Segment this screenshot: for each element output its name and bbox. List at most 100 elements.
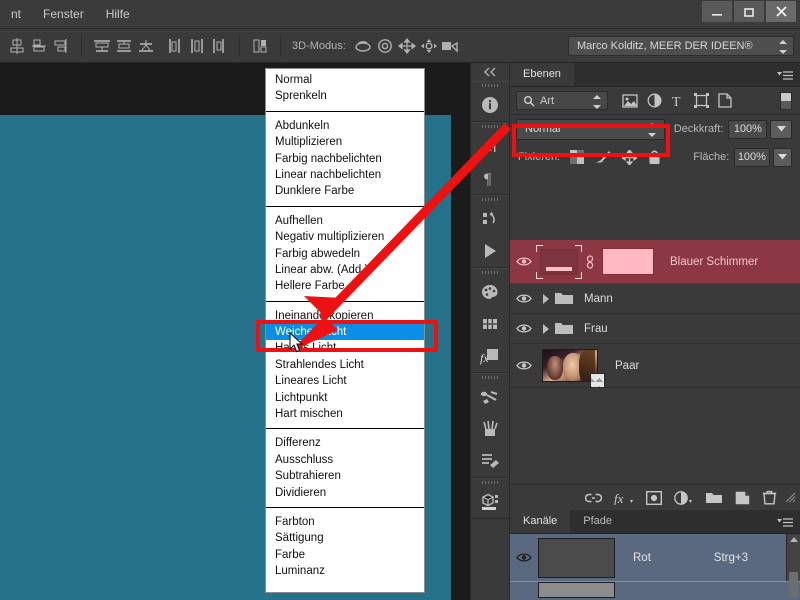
tool-presets-icon[interactable] xyxy=(471,445,509,477)
menu-option-negativ-multiplizieren[interactable]: Negativ multiplizieren xyxy=(266,229,424,245)
table-row[interactable]: Mann xyxy=(510,284,800,314)
menu-option-ausschluss[interactable]: Ausschluss xyxy=(266,452,424,468)
color-icon[interactable] xyxy=(471,276,509,308)
channel-visibility-toggle[interactable] xyxy=(510,552,538,563)
menu-option-lichtpunkt[interactable]: Lichtpunkt xyxy=(266,390,424,406)
pixel-filter-icon[interactable] xyxy=(622,93,638,108)
menu-option-linear-abwedeln-add[interactable]: Linear abw. (Add.) xyxy=(266,262,424,278)
paragraph-icon[interactable]: ¶ xyxy=(471,162,509,194)
delete-layer-icon[interactable] xyxy=(762,490,777,505)
minimize-button[interactable] xyxy=(702,1,732,22)
menu-option-farbton[interactable]: Farbton xyxy=(266,514,424,530)
slide-3d-icon[interactable] xyxy=(418,35,440,57)
dock-grip-5[interactable] xyxy=(471,374,509,381)
shape-filter-icon[interactable] xyxy=(694,93,709,108)
adjustment-layer-icon[interactable] xyxy=(674,490,693,505)
close-button[interactable] xyxy=(766,1,796,22)
menu-option-ineinanderkopieren[interactable]: Ineinanderkopieren xyxy=(266,308,424,324)
table-row[interactable]: Frau xyxy=(510,314,800,344)
dock-grip-4[interactable] xyxy=(471,269,509,276)
lock-position-icon[interactable] xyxy=(622,149,638,165)
opacity-dropdown-button[interactable] xyxy=(770,119,792,139)
align-bottom-edges-icon[interactable] xyxy=(28,35,50,57)
distribute-left-edges-icon[interactable] xyxy=(164,35,186,57)
layer-visibility-toggle[interactable] xyxy=(510,323,538,334)
brush-presets-icon[interactable] xyxy=(471,381,509,413)
list-item[interactable]: Rot Strg+3 xyxy=(510,534,800,598)
info-icon[interactable] xyxy=(471,89,509,121)
menu-option-linear-nachbelichten[interactable]: Linear nachbelichten xyxy=(266,167,424,183)
align-vertical-center-icon[interactable] xyxy=(6,35,28,57)
filter-kind-select[interactable]: Art xyxy=(516,91,608,110)
add-mask-icon[interactable] xyxy=(646,490,662,505)
type-filter-icon[interactable]: T xyxy=(671,93,685,108)
fill-dropdown-button[interactable] xyxy=(772,147,792,167)
scrollbar-thumb[interactable] xyxy=(789,572,798,598)
panel-menu-icon[interactable] xyxy=(777,69,793,87)
brushes-icon[interactable] xyxy=(471,413,509,445)
dock-grip-3[interactable] xyxy=(471,196,509,203)
menu-option-normal[interactable]: Normal xyxy=(266,72,424,88)
table-row[interactable]: Paar xyxy=(510,344,800,388)
channels-scrollbar[interactable] xyxy=(786,534,800,598)
layer-thumbnail[interactable] xyxy=(536,244,582,279)
layer-comps-icon[interactable] xyxy=(471,203,509,235)
collapse-panels-icon[interactable] xyxy=(471,63,509,81)
blend-mode-select[interactable]: Normal xyxy=(516,118,665,140)
layer-style-fx-icon[interactable]: fx xyxy=(614,491,634,505)
layer-visibility-toggle[interactable] xyxy=(510,293,538,304)
new-layer-icon[interactable] xyxy=(735,491,750,505)
menu-option-saettigung[interactable]: Sättigung xyxy=(266,530,424,546)
chevron-updown-icon-3[interactable] xyxy=(648,122,657,137)
menu-option-dividieren[interactable]: Dividieren xyxy=(266,485,424,501)
auto-align-layers-icon[interactable] xyxy=(249,35,271,57)
smartobject-filter-icon[interactable] xyxy=(718,93,732,108)
distribute-bottom-edges-icon[interactable] xyxy=(135,35,157,57)
distribute-right-edges-icon[interactable] xyxy=(208,35,230,57)
fill-value[interactable]: 100% xyxy=(734,147,770,167)
menu-item-hilfe[interactable]: Hilfe xyxy=(95,0,141,29)
maximize-button[interactable] xyxy=(734,1,764,22)
layer-visibility-toggle[interactable] xyxy=(510,360,538,371)
menu-option-hart-mischen[interactable]: Hart mischen xyxy=(266,406,424,422)
panel-resize-grip[interactable] xyxy=(785,492,796,503)
chevron-updown-icon-2[interactable] xyxy=(592,95,601,109)
timeline-icon[interactable] xyxy=(471,235,509,267)
tab-pfade[interactable]: Pfade xyxy=(570,510,626,533)
distribute-top-edges-icon[interactable] xyxy=(91,35,113,57)
panel-menu-icon-2[interactable] xyxy=(777,516,793,534)
layer-thumbnail[interactable] xyxy=(542,349,605,388)
menu-option-aufhellen[interactable]: Aufhellen xyxy=(266,213,424,229)
tool-preset-select[interactable]: Marco Kolditz, MEER DER IDEEN® xyxy=(568,36,794,56)
menu-item-fenster[interactable]: Fenster xyxy=(32,0,95,29)
dock-grip-2[interactable] xyxy=(471,123,509,130)
dock-grip[interactable] xyxy=(471,82,509,89)
filter-enable-toggle[interactable] xyxy=(780,91,792,110)
menu-option-farbig-abwedeln[interactable]: Farbig abwedeln xyxy=(266,246,424,262)
styles-icon[interactable]: fx xyxy=(471,340,509,372)
scroll-up-arrow-icon[interactable] xyxy=(790,537,798,542)
menu-option-subtrahieren[interactable]: Subtrahieren xyxy=(266,468,424,484)
menu-option-luminanz[interactable]: Luminanz xyxy=(266,563,424,579)
blend-mode-dropdown-menu[interactable]: Normal Sprenkeln Abdunkeln Multipliziere… xyxy=(265,68,425,593)
lock-image-icon[interactable] xyxy=(595,150,611,164)
menu-option-lineares-licht[interactable]: Lineares Licht xyxy=(266,373,424,389)
pan-3d-icon[interactable] xyxy=(396,35,418,57)
roll-3d-icon[interactable] xyxy=(374,35,396,57)
menu-option-farbig-nachbelichten[interactable]: Farbig nachbelichten xyxy=(266,151,424,167)
swatches-icon[interactable] xyxy=(471,308,509,340)
menu-option-dunklere-farbe[interactable]: Dunklere Farbe xyxy=(266,183,424,199)
3d-icon[interactable] xyxy=(471,486,509,518)
scale-3d-camera-icon[interactable] xyxy=(440,35,462,57)
chevron-updown-icon[interactable] xyxy=(778,40,787,54)
group-expand-triangle-icon[interactable] xyxy=(538,293,554,304)
character-icon[interactable]: A xyxy=(471,130,509,162)
link-layers-icon[interactable] xyxy=(585,492,602,504)
adjustment-filter-icon[interactable] xyxy=(647,93,662,108)
link-mask-icon[interactable] xyxy=(585,254,595,269)
opacity-value[interactable]: 100% xyxy=(728,119,768,139)
lock-all-icon[interactable] xyxy=(648,150,661,165)
lock-transparency-icon[interactable] xyxy=(570,150,585,164)
menu-option-strahlendes-licht[interactable]: Strahlendes Licht xyxy=(266,357,424,373)
dock-grip-6[interactable] xyxy=(471,479,509,486)
